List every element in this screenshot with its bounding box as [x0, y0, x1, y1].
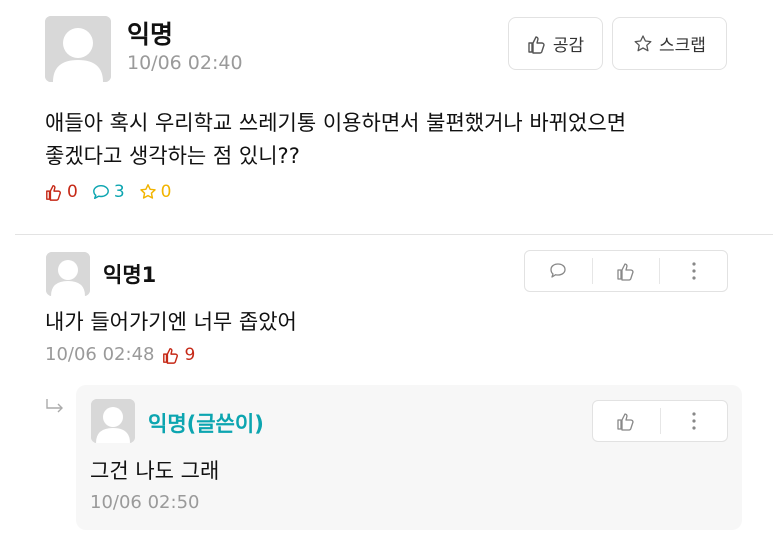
more-vertical-icon: [692, 262, 696, 280]
post-body-line-2: 좋겠다고 생각하는 점 있니??: [45, 144, 300, 168]
scrap-button[interactable]: 스크랩: [612, 17, 727, 70]
default-avatar-icon: [45, 16, 111, 82]
comment-bubble-icon: [92, 184, 109, 200]
thumbs-up-icon: [617, 263, 634, 281]
like-count-value: 0: [67, 182, 78, 202]
post-time: 10/06 02:40: [127, 52, 243, 74]
comment-meta: 10/06 02:48 9: [45, 344, 195, 365]
like-comment-button[interactable]: [593, 251, 660, 291]
reply-author: 익명(글쓴이): [148, 412, 264, 436]
post-like-count: 0: [45, 182, 78, 202]
comment-like-count: 9: [162, 345, 195, 365]
reply-arrow-icon: [44, 398, 68, 422]
post-divider: [15, 234, 773, 235]
reply-time: 10/06 02:50: [90, 492, 200, 513]
comment-like-value: 9: [184, 344, 196, 365]
comment-avatar: [46, 252, 90, 296]
comment-more-button[interactable]: [660, 251, 727, 291]
comment-bubble-icon: [550, 263, 566, 278]
comment-time: 10/06 02:48: [45, 344, 155, 365]
more-vertical-icon: [692, 412, 696, 430]
like-reply-button[interactable]: [593, 401, 660, 441]
post-author: 익명: [127, 20, 174, 49]
star-icon: [634, 34, 652, 51]
reply-more-button[interactable]: [661, 401, 728, 441]
thumbs-up-icon: [163, 347, 179, 364]
scrap-button-label: 스크랩: [659, 36, 706, 56]
thumbs-up-icon: [528, 35, 545, 54]
post-body-line-1: 애들아 혹시 우리학교 쓰레기통 이용하면서 불편했거나 바뀌었으면: [45, 111, 627, 135]
post-scrap-count: 0: [139, 182, 172, 202]
reply-actions: [592, 400, 728, 442]
star-icon: [139, 184, 156, 199]
default-avatar-icon: [91, 399, 135, 443]
post-avatar: [45, 16, 111, 82]
comment-author: 익명1: [103, 263, 157, 287]
comment-body: 내가 들어가기엔 너무 좁았어: [45, 310, 297, 334]
post-comment-count: 3: [92, 182, 125, 202]
post-stats: 0 3 0: [45, 182, 171, 202]
like-button-label: 공감: [552, 36, 585, 56]
scrap-count-value: 0: [160, 182, 172, 202]
comment-actions: [524, 250, 728, 292]
like-button[interactable]: 공감: [508, 17, 603, 70]
thumbs-up-icon: [617, 413, 634, 431]
reply-avatar: [91, 399, 135, 443]
reply-body: 그건 나도 그래: [90, 459, 220, 483]
reply-comment-button[interactable]: [525, 251, 592, 291]
default-avatar-icon: [46, 252, 90, 296]
thumbs-up-icon: [46, 184, 62, 201]
comment-count-value: 3: [113, 182, 125, 202]
